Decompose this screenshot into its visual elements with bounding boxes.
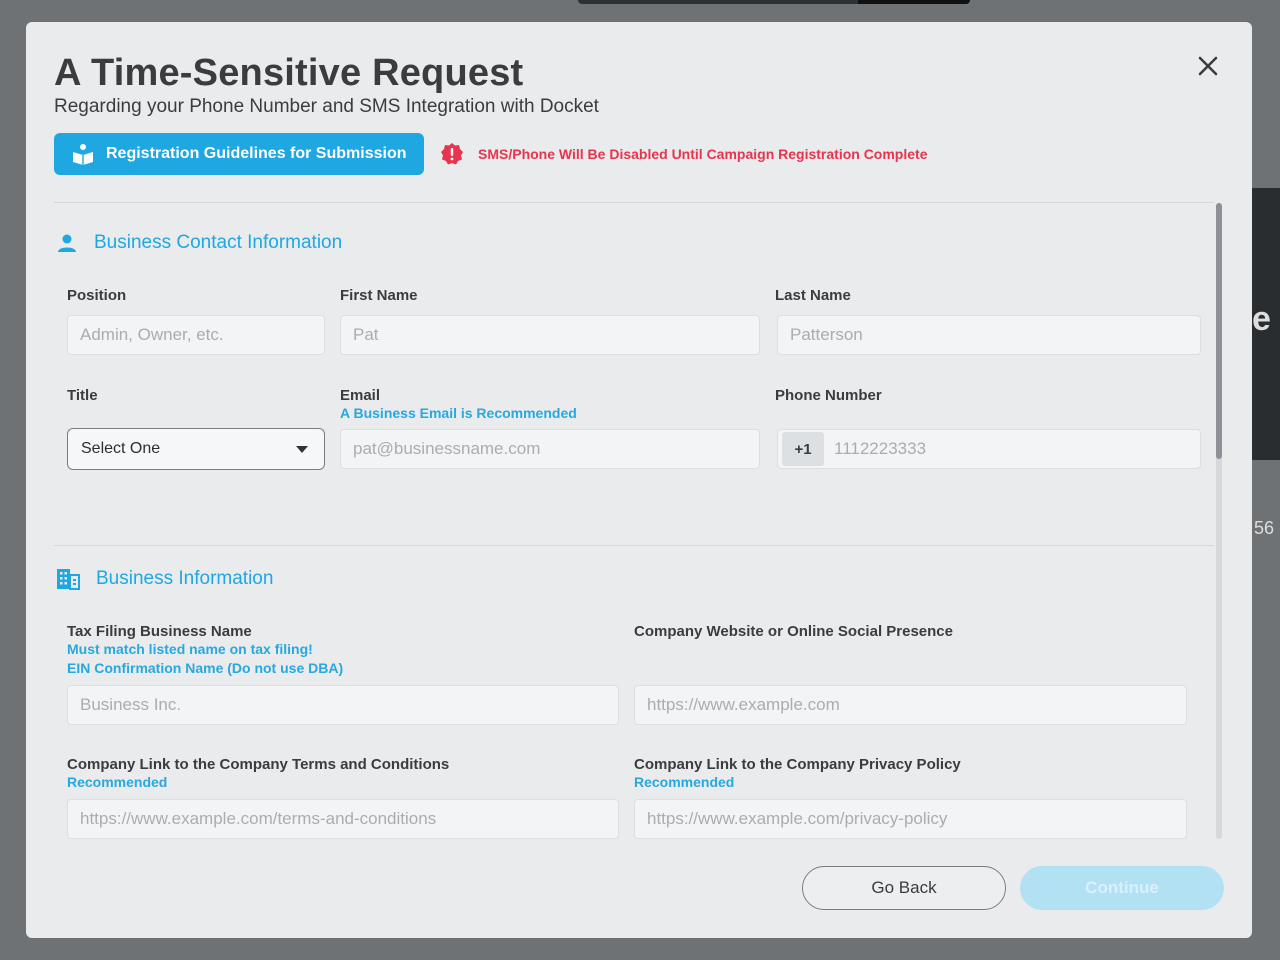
- modal-subtitle: Regarding your Phone Number and SMS Inte…: [54, 96, 599, 117]
- phone-label: Phone Number: [775, 387, 882, 404]
- modal-title: A Time-Sensitive Request: [54, 52, 524, 94]
- phone-field: +1: [777, 429, 1201, 469]
- first-name-label: First Name: [340, 287, 418, 304]
- background-tabs: [578, 0, 970, 4]
- tax-name-hint-2: EIN Confirmation Name (Do not use DBA): [67, 660, 344, 676]
- form-scrollbar[interactable]: [1216, 203, 1222, 839]
- last-name-label: Last Name: [775, 287, 851, 304]
- email-input[interactable]: [340, 429, 760, 469]
- email-label: Email: [340, 387, 381, 404]
- privacy-label: Company Link to the Company Privacy Poli…: [634, 756, 961, 773]
- title-select-value: Select One: [81, 440, 161, 457]
- title-select[interactable]: Select One: [67, 428, 325, 470]
- close-button[interactable]: [1192, 50, 1224, 82]
- divider-section: [54, 545, 1214, 546]
- terms-label: Company Link to the Company Terms and Co…: [67, 756, 450, 773]
- guidelines-label: Registration Guidelines for Submission: [106, 145, 407, 162]
- registration-modal: A Time-Sensitive Request Regarding your …: [26, 22, 1252, 938]
- country-code[interactable]: +1: [782, 432, 824, 466]
- user-icon: [58, 234, 76, 252]
- business-section-title: Business Information: [96, 568, 274, 589]
- terms-hint: Recommended: [67, 774, 168, 790]
- contact-section-title: Business Contact Information: [94, 232, 343, 253]
- phone-input[interactable]: [824, 438, 1196, 460]
- building-icon: [57, 569, 80, 590]
- registration-guidelines-button[interactable]: Registration Guidelines for Submission: [54, 133, 424, 175]
- divider-top: [54, 202, 1214, 203]
- contact-section-heading: Business Contact Information: [56, 232, 342, 254]
- position-label: Position: [67, 287, 127, 304]
- tax-name-input[interactable]: [67, 685, 619, 725]
- last-name-input[interactable]: [777, 315, 1201, 355]
- title-label: Title: [67, 387, 98, 404]
- sms-warning: SMS/Phone Will Be Disabled Until Campaig…: [440, 142, 927, 166]
- close-icon: [1198, 56, 1218, 76]
- scrollbar-thumb[interactable]: [1216, 203, 1222, 459]
- book-reader-icon: [73, 144, 93, 165]
- background-heading: e: [1252, 300, 1271, 338]
- email-hint: A Business Email is Recommended: [340, 405, 577, 421]
- tax-name-label: Tax Filing Business Name: [67, 623, 252, 640]
- continue-button[interactable]: Continue: [1020, 866, 1224, 910]
- website-label: Company Website or Online Social Presenc…: [634, 623, 953, 640]
- background-number: 56: [1254, 518, 1275, 538]
- position-input[interactable]: [67, 315, 325, 355]
- first-name-input[interactable]: [340, 315, 760, 355]
- privacy-hint: Recommended: [634, 774, 735, 790]
- business-section-heading: Business Information: [56, 568, 273, 590]
- caret-down-icon: [296, 446, 308, 453]
- go-back-button[interactable]: Go Back: [802, 866, 1006, 910]
- tax-name-hint-1: Must match listed name on tax filing!: [67, 641, 313, 657]
- alert-badge-icon: [441, 143, 463, 165]
- website-input[interactable]: [634, 685, 1187, 725]
- privacy-input[interactable]: [634, 799, 1187, 839]
- terms-input[interactable]: [67, 799, 619, 839]
- warning-text: SMS/Phone Will Be Disabled Until Campaig…: [478, 146, 928, 162]
